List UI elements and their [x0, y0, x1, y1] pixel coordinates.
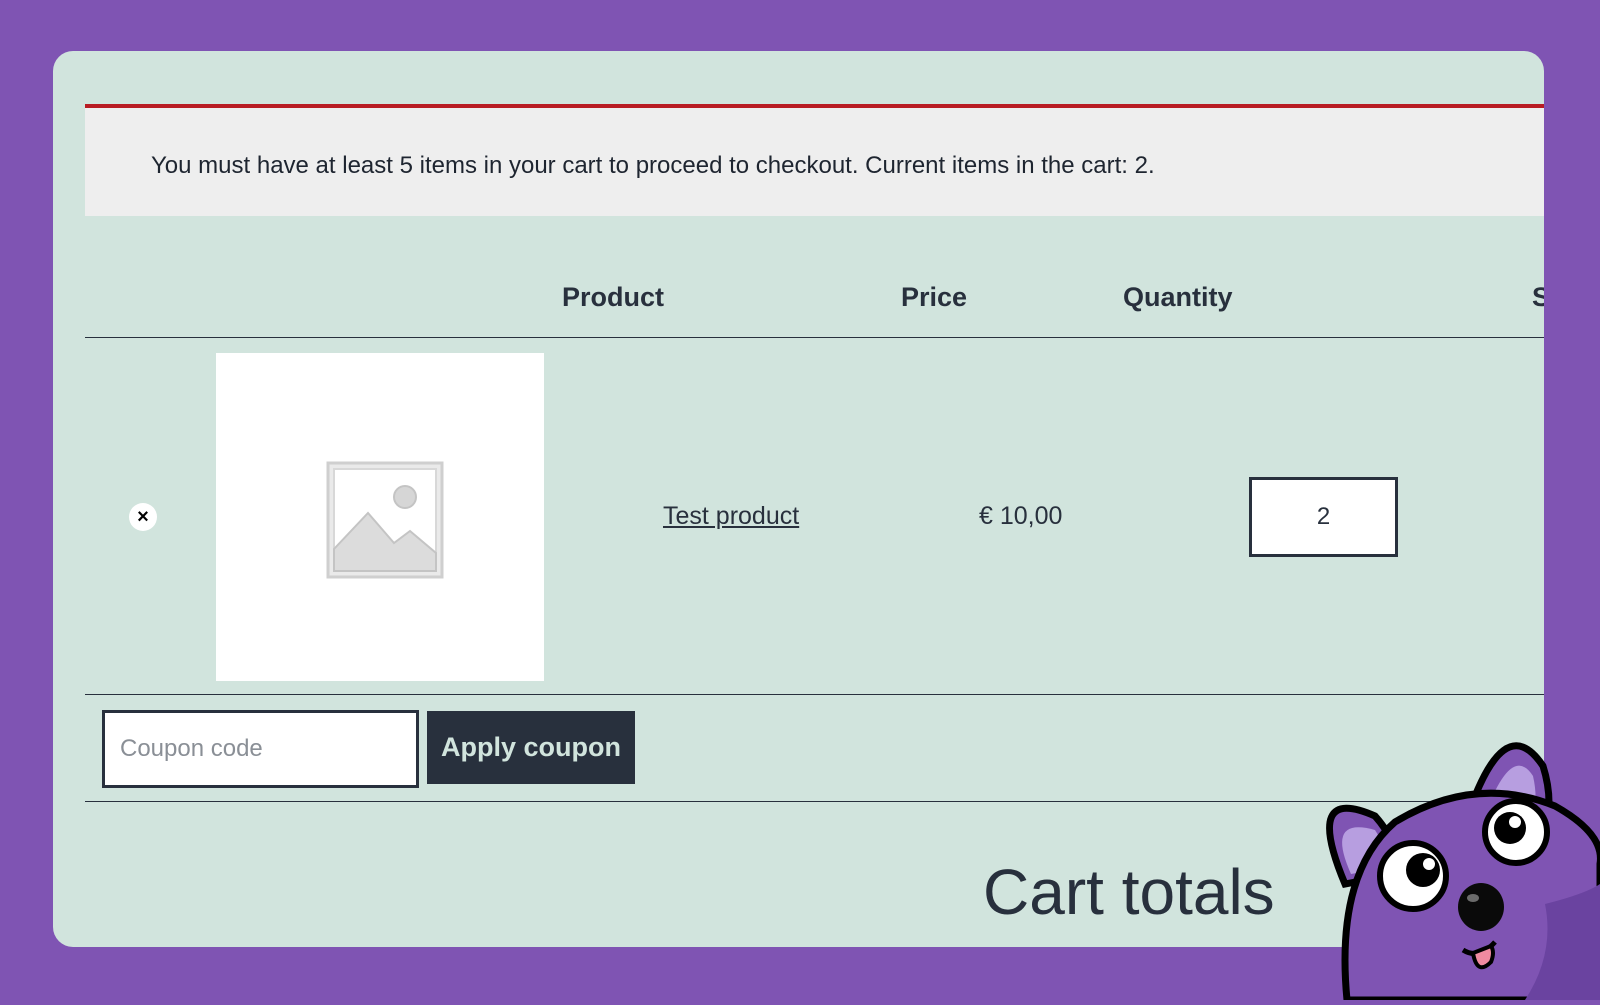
remove-item-button[interactable]: × [129, 503, 157, 531]
header-subtotal: S [1532, 282, 1544, 312]
cart-totals-heading: Cart totals [983, 856, 1275, 928]
error-notice: You must have at least 5 items in your c… [85, 104, 1544, 216]
product-name-link[interactable]: Test product [663, 502, 799, 531]
row-divider [85, 694, 1544, 695]
header-quantity: Quantity [1123, 282, 1233, 312]
header-price: Price [901, 282, 968, 312]
header-product: Product [562, 282, 665, 312]
product-price: € 10,00 [979, 502, 1063, 530]
product-thumbnail[interactable] [216, 353, 544, 681]
mascot-image [1305, 724, 1600, 1005]
coupon-code-input[interactable] [102, 710, 419, 788]
notice-message: You must have at least 5 items in your c… [151, 152, 1155, 179]
header-divider [85, 337, 1544, 338]
apply-coupon-button[interactable]: Apply coupon [427, 711, 635, 784]
image-placeholder-icon [326, 461, 444, 579]
quantity-input[interactable] [1249, 477, 1398, 557]
